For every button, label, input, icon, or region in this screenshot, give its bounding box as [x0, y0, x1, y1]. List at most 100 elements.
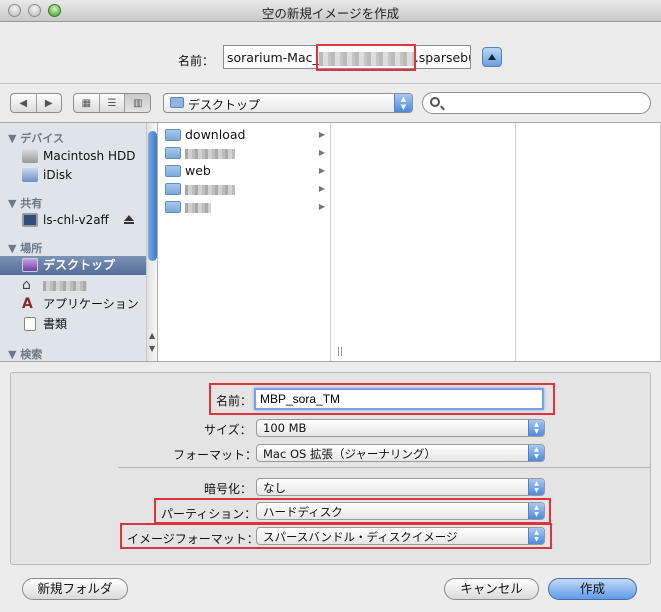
- forward-button[interactable]: ▶: [37, 94, 62, 112]
- create-button[interactable]: 作成: [548, 578, 637, 600]
- redacted-text: [185, 148, 235, 159]
- sidebar-scroll-thumb[interactable]: [148, 131, 157, 261]
- folder-alias-icon: [165, 183, 181, 195]
- sidebar-item-label: デスクトップ: [43, 258, 116, 272]
- format-label: フォーマット：: [173, 448, 258, 462]
- back-button[interactable]: ◀: [11, 94, 37, 112]
- popup-arrows-icon: ▲ ▼: [528, 479, 544, 495]
- file-name: web: [185, 163, 211, 178]
- sidebar: ▼ デバイス Macintosh HDD iDisk ▼ 共有 ls-chl-v…: [0, 123, 158, 361]
- sidebar-item-label: ls-chl-v2aff: [43, 213, 109, 227]
- scroll-up-icon[interactable]: ▲: [149, 332, 157, 340]
- folder-icon: [165, 165, 181, 177]
- disclosure-arrow-icon: ▶: [318, 148, 325, 157]
- scroll-down-icon[interactable]: ▼: [149, 345, 157, 353]
- sidebar-item-applications[interactable]: A アプリケーション: [0, 295, 146, 314]
- file-row-redacted[interactable]: ▶: [163, 180, 329, 198]
- image-name-input[interactable]: [254, 388, 544, 410]
- browser-column-2: [331, 123, 516, 361]
- size-popup[interactable]: 100 MB ▲ ▼: [256, 419, 545, 437]
- sidebar-section-shared[interactable]: ▼ 共有: [8, 195, 42, 211]
- partition-value: ハードディスク: [263, 505, 343, 519]
- network-computer-icon: [22, 213, 38, 227]
- save-as-prefix: sorarium-Mac_: [227, 50, 319, 65]
- sidebar-item-documents[interactable]: 書類: [0, 315, 146, 334]
- collapse-dialog-button[interactable]: [482, 47, 502, 67]
- disclosure-arrow-icon: ▶: [318, 202, 325, 211]
- popup-arrows-icon: ▲ ▼: [528, 503, 544, 519]
- redacted-text: [185, 202, 211, 213]
- size-value: 100 MB: [263, 421, 307, 435]
- applications-icon: A: [22, 296, 33, 312]
- sidebar-item-label: Macintosh HDD: [43, 149, 136, 163]
- view-mode-control: ▦ ☰ ▥: [73, 93, 151, 113]
- disclosure-arrow-icon: ▶: [318, 184, 325, 193]
- sidebar-item-macintosh-hdd[interactable]: Macintosh HDD: [0, 147, 146, 166]
- document-icon: [24, 317, 36, 331]
- search-icon: [430, 97, 440, 107]
- sidebar-section-label: 検索: [20, 348, 43, 361]
- sidebar-section-label: 共有: [20, 197, 43, 210]
- eject-icon[interactable]: [124, 215, 134, 224]
- back-forward-control: ◀ ▶: [10, 93, 62, 113]
- file-row-redacted[interactable]: ▶: [163, 198, 329, 216]
- browser-column-3: [516, 123, 661, 361]
- icon-view-button[interactable]: ▦: [74, 94, 100, 112]
- encryption-popup[interactable]: なし ▲ ▼: [256, 478, 545, 496]
- sidebar-item-shared-host[interactable]: ls-chl-v2aff: [0, 211, 146, 230]
- file-name: download: [185, 127, 246, 142]
- encryption-label: 暗号化：: [204, 482, 253, 496]
- redacted-text: [185, 184, 235, 195]
- highlight-box: [316, 44, 416, 71]
- file-row-web[interactable]: web ▶: [163, 162, 329, 180]
- redacted-text: [43, 280, 87, 291]
- sidebar-item-label: アプリケーション: [43, 297, 139, 311]
- browser-column-1: download ▶ ▶ web ▶ ▶ ▶: [159, 123, 331, 361]
- sidebar-section-places[interactable]: ▼ 場所: [8, 240, 42, 256]
- sidebar-section-search[interactable]: ▼ 検索: [8, 346, 42, 361]
- sidebar-section-devices[interactable]: ▼ デバイス: [8, 130, 64, 146]
- location-label: デスクトップ: [188, 98, 261, 112]
- cancel-button[interactable]: キャンセル: [444, 578, 539, 600]
- title-bar: 空の新規イメージを作成: [0, 0, 661, 22]
- list-view-button[interactable]: ☰: [100, 94, 126, 112]
- encryption-value: なし: [263, 481, 286, 495]
- popup-arrows-icon: ▲ ▼: [528, 528, 544, 544]
- format-value: Mac OS 拡張（ジャーナリング）: [263, 447, 436, 461]
- file-browser: ▼ デバイス Macintosh HDD iDisk ▼ 共有 ls-chl-v…: [0, 122, 661, 362]
- folder-alias-icon: [165, 201, 181, 213]
- search-field[interactable]: [422, 92, 651, 114]
- hard-disk-icon: [22, 149, 38, 163]
- column-view-button[interactable]: ▥: [125, 94, 150, 112]
- save-as-label: 名前：: [178, 54, 215, 68]
- format-popup[interactable]: Mac OS 拡張（ジャーナリング） ▲ ▼: [256, 444, 545, 462]
- disclosure-arrow-icon: ▶: [318, 166, 325, 175]
- sidebar-item-idisk[interactable]: iDisk: [0, 166, 146, 185]
- size-label: サイズ：: [204, 423, 252, 437]
- new-folder-button[interactable]: 新規フォルダ: [22, 578, 128, 600]
- sidebar-section-label: 場所: [20, 242, 43, 255]
- popup-arrows-icon: ▲ ▼: [528, 420, 544, 436]
- popup-arrows-icon: ▲ ▼: [394, 94, 412, 112]
- folder-alias-icon: [165, 129, 181, 141]
- sidebar-item-home[interactable]: ⌂: [0, 276, 146, 295]
- desktop-icon: [22, 258, 38, 272]
- options-divider: [118, 467, 651, 468]
- toolbar-divider: [0, 83, 661, 84]
- column-resize-handle[interactable]: ||: [337, 347, 343, 357]
- popup-arrows-icon: ▲ ▼: [528, 445, 544, 461]
- image-format-popup[interactable]: スパースバンドル・ディスクイメージ ▲ ▼: [256, 527, 545, 545]
- sidebar-item-desktop[interactable]: デスクトップ: [0, 256, 146, 275]
- idisk-icon: [22, 168, 38, 182]
- home-icon: ⌂: [22, 277, 31, 293]
- location-popup[interactable]: デスクトップ ▲ ▼: [163, 93, 413, 113]
- disclosure-arrow-icon: ▶: [318, 130, 325, 139]
- sidebar-item-label: 書類: [43, 317, 68, 331]
- save-as-suffix: .sparsebu: [414, 50, 471, 65]
- file-row-redacted[interactable]: ▶: [163, 144, 329, 162]
- window-title: 空の新規イメージを作成: [261, 6, 400, 21]
- folder-icon: [170, 97, 184, 108]
- partition-popup[interactable]: ハードディスク ▲ ▼: [256, 502, 545, 520]
- sidebar-scrollbar[interactable]: ▲ ▼: [146, 123, 157, 361]
- file-row-download[interactable]: download ▶: [163, 126, 329, 144]
